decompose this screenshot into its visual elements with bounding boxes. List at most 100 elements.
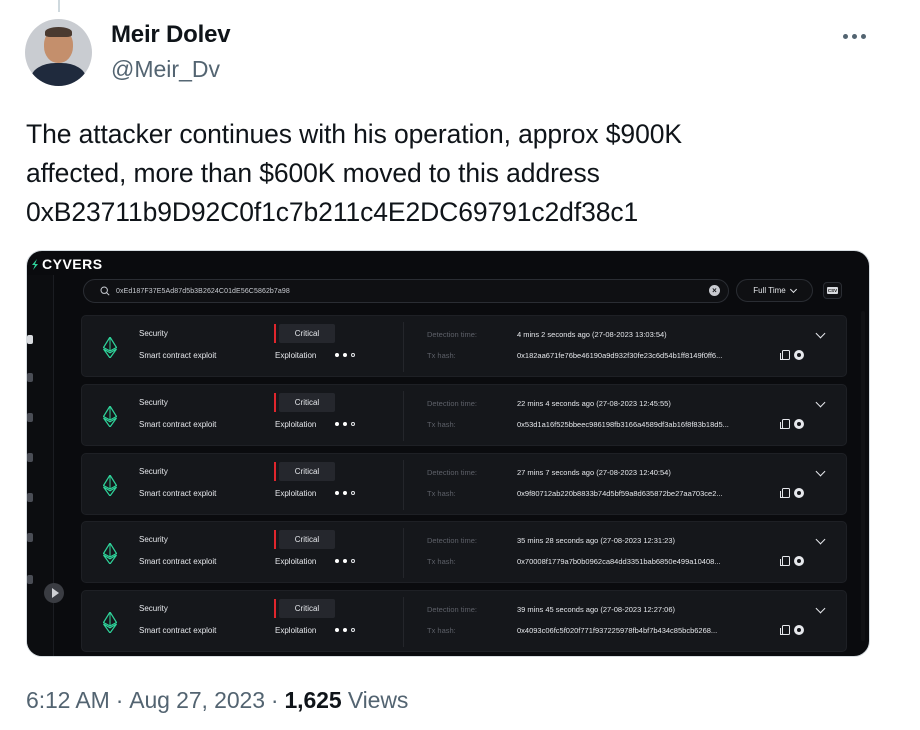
copy-icon[interactable] <box>780 419 790 429</box>
author-handle[interactable]: @Meir_Dv <box>111 56 220 83</box>
divider <box>403 528 404 578</box>
tweet-text: The attacker continues with his operatio… <box>26 115 886 232</box>
time-filter-select[interactable]: Full Time <box>736 279 813 302</box>
tweet-text-line: affected, more than $600K moved to this … <box>26 158 600 188</box>
tx-hash-label: Tx hash: <box>427 626 456 635</box>
export-csv-button[interactable]: CSV <box>823 282 842 299</box>
time-filter-label: Full Time <box>753 286 786 295</box>
tx-hash-value[interactable]: 0x9f80712ab220b8833b74d5bf59a8d635872be2… <box>517 489 723 498</box>
tx-hash-value[interactable]: 0x70008f1779a7b0b0962ca84dd3351bab6850e4… <box>517 557 721 566</box>
detection-time-value: 4 mins 2 seconds ago (27-08-2023 13:03:5… <box>517 330 667 339</box>
chevron-down-icon[interactable] <box>815 466 826 477</box>
sidebar-docs-icon[interactable] <box>27 575 33 584</box>
detection-time-label: Detection time: <box>427 605 478 614</box>
alert-category: Security <box>139 467 168 476</box>
phase-progress-dots <box>335 422 365 428</box>
sidebar-dashboard-icon[interactable] <box>27 373 33 382</box>
detection-time-label: Detection time: <box>427 399 478 408</box>
chevron-down-icon <box>789 285 797 293</box>
ethereum-icon <box>103 543 117 564</box>
sidebar-settings-icon[interactable] <box>27 533 33 542</box>
separator: · <box>115 687 124 713</box>
tx-hash-value[interactable]: 0x182aa671fe76be46190a9d932f30fe23c6d54b… <box>517 351 722 360</box>
app-brand: CYVERS <box>31 256 103 272</box>
divider <box>403 460 404 510</box>
alert-row[interactable]: Security Smart contract exploit Critical Ex… <box>81 315 847 377</box>
severity-badge: Critical <box>279 324 335 343</box>
sidebar-alerts-icon[interactable] <box>27 335 33 344</box>
tx-hash-label: Tx hash: <box>427 420 456 429</box>
tweet-time[interactable]: 6:12 AM <box>26 687 110 713</box>
attack-phase: Exploitation <box>275 420 317 429</box>
copy-icon[interactable] <box>780 625 790 635</box>
divider <box>403 391 404 441</box>
tx-hash-value[interactable]: 0x53d1a16f525bbeec986198fb3166a4589df3ab… <box>517 420 729 429</box>
explorer-icon[interactable] <box>794 350 804 360</box>
alert-row[interactable]: Security Smart contract exploit Critical Ex… <box>81 521 847 583</box>
play-icon[interactable] <box>44 583 64 603</box>
tweet-date[interactable]: Aug 27, 2023 <box>129 687 265 713</box>
clear-search-icon[interactable]: × <box>709 285 720 296</box>
ethereum-icon <box>103 612 117 633</box>
chevron-down-icon[interactable] <box>815 328 826 339</box>
separator: · <box>270 687 279 713</box>
phase-progress-dots <box>335 559 365 565</box>
search-input[interactable]: 0xEd187F37E5Ad87d5b3B2624C01dE56C5862b7a… <box>83 279 729 303</box>
chevron-down-icon[interactable] <box>815 397 826 408</box>
severity-indicator <box>274 599 276 618</box>
explorer-icon[interactable] <box>794 488 804 498</box>
explorer-icon[interactable] <box>794 419 804 429</box>
alert-row[interactable]: Security Smart contract exploit Critical Ex… <box>81 590 847 652</box>
tweet-media-screenshot[interactable]: CYVERS 0xEd187F37E5Ad87d5b3B2624C01dE56C… <box>26 250 870 657</box>
copy-icon[interactable] <box>780 556 790 566</box>
alert-category: Security <box>139 398 168 407</box>
alert-row[interactable]: Security Smart contract exploit Critical Ex… <box>81 453 847 515</box>
sidebar-reports-icon[interactable] <box>27 413 33 422</box>
chevron-down-icon[interactable] <box>815 534 826 545</box>
chevron-down-icon[interactable] <box>815 603 826 614</box>
copy-icon[interactable] <box>780 488 790 498</box>
phase-progress-dots <box>335 491 365 497</box>
ethereum-icon <box>103 406 117 427</box>
avatar-shirt <box>31 63 86 86</box>
attack-phase: Exploitation <box>275 351 317 360</box>
more-options-button[interactable] <box>836 22 872 50</box>
severity-badge: Critical <box>279 393 335 412</box>
phase-progress-dots <box>335 353 365 359</box>
tweet-meta: 6:12 AM · Aug 27, 2023 · 1,625 Views <box>26 687 408 714</box>
more-horizontal-icon <box>842 33 848 39</box>
tweet-text-line: 0xB23711b9D92C0f1c7b211c4E2DC69791c2df38… <box>26 197 639 227</box>
scrollbar[interactable] <box>861 311 865 641</box>
severity-badge: Critical <box>279 530 335 549</box>
explorer-icon[interactable] <box>794 625 804 635</box>
author-name[interactable]: Meir Dolev <box>111 21 231 49</box>
alert-category: Security <box>139 329 168 338</box>
avatar[interactable] <box>25 19 92 86</box>
phase-progress-dots <box>335 628 365 634</box>
ethereum-icon <box>103 475 117 496</box>
ethereum-icon <box>103 337 117 358</box>
detection-time-value: 35 mins 28 seconds ago (27-08-2023 12:31… <box>517 536 676 545</box>
alert-type: Smart contract exploit <box>139 489 217 498</box>
copy-icon[interactable] <box>780 350 790 360</box>
severity-badge: Critical <box>279 462 335 481</box>
brand-name: CYVERS <box>42 256 103 272</box>
sidebar-wallet-icon[interactable] <box>27 453 33 462</box>
attack-phase: Exploitation <box>275 489 317 498</box>
alert-row[interactable]: Security Smart contract exploit Critical Ex… <box>81 384 847 446</box>
sidebar-users-icon[interactable] <box>27 493 33 502</box>
severity-indicator <box>274 530 276 549</box>
explorer-icon[interactable] <box>794 556 804 566</box>
detection-time-value: 22 mins 4 seconds ago (27-08-2023 12:45:… <box>517 399 671 408</box>
severity-indicator <box>274 324 276 343</box>
cyvers-logo-icon <box>31 258 39 270</box>
tx-hash-value[interactable]: 0x4093c06fc5f020f771f937225978fb4bf7b434… <box>517 626 717 635</box>
csv-icon: CSV <box>826 287 839 294</box>
tx-hash-label: Tx hash: <box>427 489 456 498</box>
severity-indicator <box>274 462 276 481</box>
search-value: 0xEd187F37E5Ad87d5b3B2624C01dE56C5862b7a… <box>116 287 290 295</box>
alert-type: Smart contract exploit <box>139 351 217 360</box>
thread-connector-line <box>58 0 60 12</box>
tx-hash-label: Tx hash: <box>427 557 456 566</box>
attack-phase: Exploitation <box>275 557 317 566</box>
